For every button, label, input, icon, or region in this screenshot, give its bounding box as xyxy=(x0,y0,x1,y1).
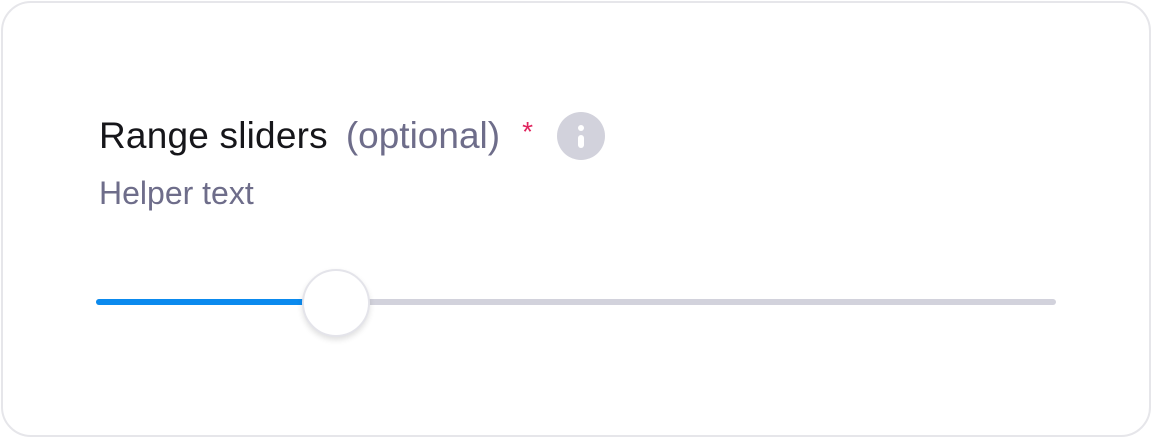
info-icon-dot xyxy=(578,125,584,131)
info-icon[interactable] xyxy=(557,112,605,160)
field-label: Range sliders xyxy=(99,115,328,156)
slider-track[interactable] xyxy=(96,299,1056,305)
range-slider-card: Range sliders (optional) * Helper text xyxy=(1,1,1151,437)
optional-indicator: (optional) xyxy=(345,115,501,156)
helper-text: Helper text xyxy=(99,175,254,211)
required-asterisk: * xyxy=(522,116,533,147)
info-icon-bar xyxy=(578,135,584,148)
slider-thumb[interactable] xyxy=(302,269,370,337)
slider-track-fill xyxy=(96,299,336,305)
field-label-row: Range sliders (optional) * xyxy=(99,112,605,160)
range-slider[interactable] xyxy=(96,269,1056,337)
